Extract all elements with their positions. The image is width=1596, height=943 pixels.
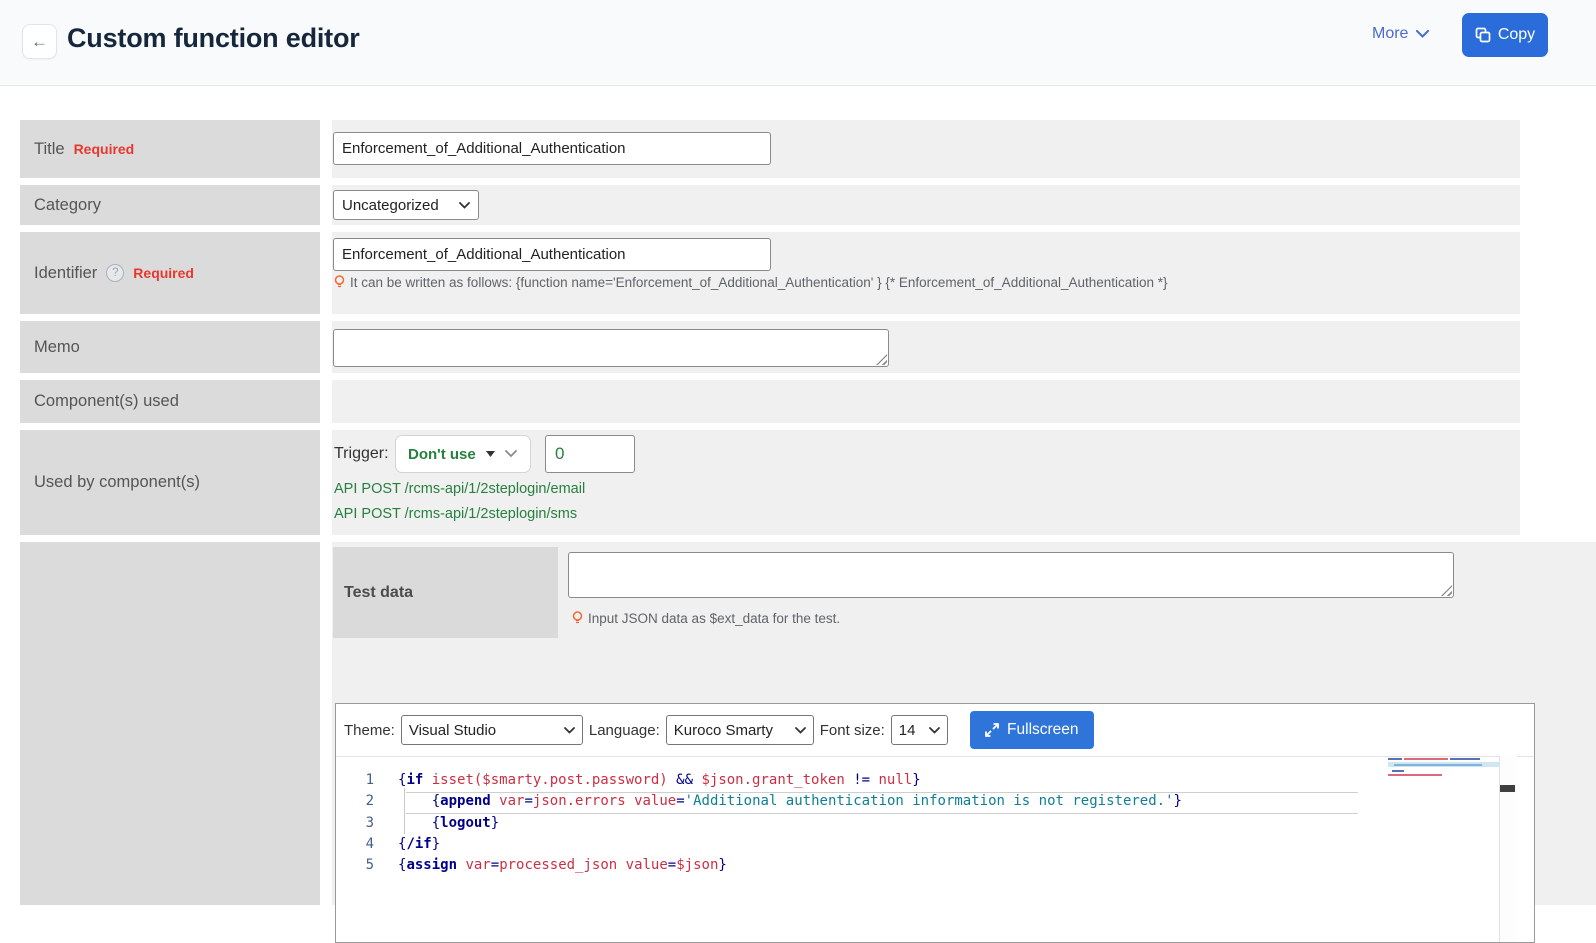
code-line: 2 {append var=json.errors value='Additio…: [336, 791, 1534, 812]
trigger-count-input[interactable]: [545, 435, 635, 473]
fullscreen-button[interactable]: Fullscreen: [969, 711, 1094, 749]
line-number: 3: [365, 814, 374, 831]
components-used-label-cell: Component(s) used: [20, 380, 320, 423]
title-label-cell: Title Required: [20, 120, 320, 178]
test-data-hint: Input JSON data as $ext_data for the tes…: [572, 611, 840, 626]
memo-textarea-wrap: [333, 329, 889, 367]
code-line: 3 {logout}: [336, 813, 1534, 834]
memo-textarea[interactable]: [334, 330, 888, 366]
identifier-label-cell: Identifier ? Required: [20, 232, 320, 314]
language-select-value: Kuroco Smarty: [673, 721, 773, 739]
line-number: 5: [365, 857, 374, 874]
components-used-content-cell: [332, 380, 1520, 423]
font-size-label: Font size:: [819, 721, 885, 739]
indent-guide: [404, 788, 405, 834]
title-content-cell: [332, 120, 1520, 178]
editor-label-cell: [20, 542, 320, 905]
chevron-down-icon: [504, 450, 517, 458]
font-size-select[interactable]: 14: [890, 715, 948, 745]
chevron-down-icon: [563, 726, 575, 734]
trigger-select-value: Don't use: [408, 445, 476, 463]
category-select[interactable]: Uncategorized: [333, 190, 479, 220]
editor-scrollbar-thumb[interactable]: [1500, 785, 1515, 792]
language-label: Language:: [588, 721, 660, 739]
code-line: 5 {assign var=processed_json value=$json}: [336, 855, 1534, 876]
more-button[interactable]: More: [1372, 25, 1430, 43]
theme-select-value: Visual Studio: [408, 721, 497, 739]
identifier-content-cell: It can be written as follows: {function …: [332, 232, 1520, 314]
title-input[interactable]: [333, 132, 771, 165]
identifier-hint: It can be written as follows: {function …: [334, 275, 1168, 290]
copy-icon: [1475, 27, 1491, 43]
font-size-select-value: 14: [898, 721, 916, 739]
test-data-label: Test data: [344, 583, 414, 601]
category-label: Category: [34, 195, 101, 214]
trigger-select[interactable]: Don't use: [395, 435, 531, 473]
category-content-cell: Uncategorized: [332, 185, 1520, 225]
fullscreen-icon: [985, 723, 999, 737]
used-by-label-cell: Used by component(s): [20, 430, 320, 535]
editor-scrollbar-track[interactable]: [1499, 756, 1517, 942]
chevron-down-icon: [794, 726, 806, 734]
page-header: ← Custom function editor More Copy: [0, 0, 1596, 86]
category-select-value: Uncategorized: [342, 196, 439, 214]
editor-toolbar: Theme: Visual Studio Language: Kuroco Sm…: [336, 704, 1534, 756]
api-link-email[interactable]: API POST /rcms-api/1/2steplogin/email: [334, 481, 585, 497]
line-number: 1: [365, 772, 374, 788]
caret-down-icon: [485, 451, 495, 457]
title-required-badge: Required: [73, 141, 135, 157]
code-editor-panel: Theme: Visual Studio Language: Kuroco Sm…: [335, 703, 1535, 943]
identifier-label: Identifier: [34, 263, 98, 282]
page-title: Custom function editor: [67, 23, 360, 53]
theme-label: Theme:: [344, 721, 395, 739]
back-arrow-icon: ←: [31, 31, 48, 51]
chevron-down-icon: [459, 201, 470, 209]
components-used-label: Component(s) used: [34, 392, 179, 410]
memo-label: Memo: [34, 337, 80, 356]
back-button[interactable]: ←: [22, 24, 57, 59]
memo-label-cell: Memo: [20, 321, 320, 373]
copy-button[interactable]: Copy: [1462, 13, 1548, 57]
used-by-content-cell: Trigger: Don't use API POST /rcms-api/1/…: [332, 430, 1520, 535]
test-data-textarea-wrap: [568, 552, 1454, 598]
theme-select[interactable]: Visual Studio: [400, 715, 583, 745]
code-area[interactable]: 1 {if isset($smarty.post.password) && $js…: [336, 756, 1534, 942]
identifier-hint-text: It can be written as follows: {function …: [350, 275, 1168, 290]
line-divider: [406, 792, 1358, 793]
help-icon[interactable]: ?: [106, 264, 125, 282]
chevron-down-icon: [1416, 30, 1430, 38]
identifier-input[interactable]: [333, 238, 771, 271]
test-data-label-cell: Test data: [333, 547, 558, 638]
chevron-down-icon: [928, 726, 940, 734]
line-divider: [406, 813, 1358, 814]
lightbulb-icon: [572, 611, 583, 626]
test-data-hint-text: Input JSON data as $ext_data for the tes…: [588, 611, 841, 626]
line-number: 4: [365, 835, 374, 852]
code-line: 1 {if isset($smarty.post.password) && $js…: [336, 770, 1534, 791]
category-label-cell: Category: [20, 185, 320, 225]
lightbulb-icon: [334, 275, 345, 290]
used-by-label: Used by component(s): [34, 473, 200, 491]
identifier-required-badge: Required: [133, 265, 194, 281]
code-line: 4 {/if}: [336, 834, 1534, 855]
trigger-label: Trigger:: [334, 445, 389, 462]
copy-label: Copy: [1497, 26, 1536, 43]
api-link-sms[interactable]: API POST /rcms-api/1/2steplogin/sms: [334, 506, 577, 522]
test-data-textarea[interactable]: [569, 553, 1453, 597]
fullscreen-label: Fullscreen: [1007, 721, 1079, 738]
language-select[interactable]: Kuroco Smarty: [665, 715, 814, 745]
line-number: 2: [365, 793, 374, 810]
minimap[interactable]: [1388, 758, 1499, 788]
title-label: Title: [34, 139, 65, 158]
more-label: More: [1372, 25, 1409, 42]
memo-content-cell: [332, 321, 1520, 373]
